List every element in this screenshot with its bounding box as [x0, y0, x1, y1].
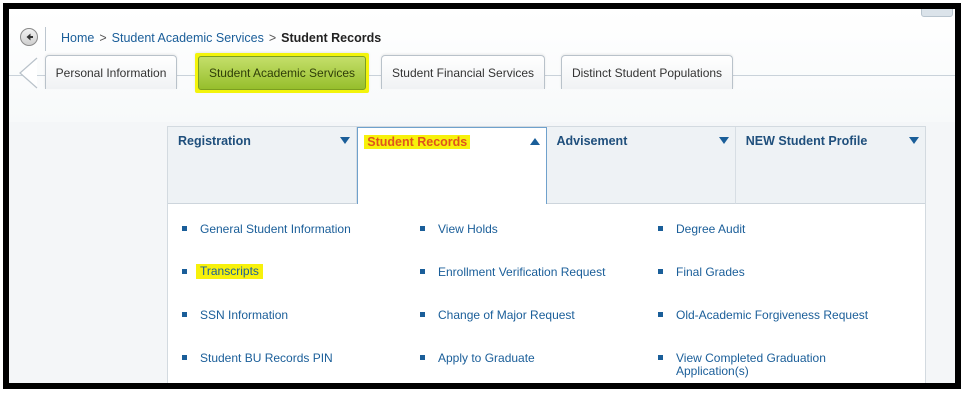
tab-label: Student Academic Services — [208, 66, 356, 80]
square-bullet-icon — [420, 269, 425, 274]
screenshot-frame: Home > Student Academic Services > Student R… — [3, 3, 961, 389]
caret-down-icon — [718, 137, 729, 144]
menu-tab-label: Student Records — [364, 135, 471, 149]
menu-tab-new-student-profile[interactable]: NEW Student Profile — [735, 127, 925, 204]
link-label: Final Grades — [676, 265, 745, 279]
chevron-left-icon[interactable] — [17, 57, 39, 89]
breadcrumb-home-link[interactable]: Home — [61, 31, 94, 45]
link-label: General Student Information — [200, 222, 351, 236]
link-label: Degree Audit — [676, 222, 746, 236]
link-label: View Completed Graduation Application(s) — [676, 351, 826, 378]
caret-down-icon — [909, 137, 919, 144]
caret-up-icon — [529, 138, 540, 145]
menu-tab-registration[interactable]: Registration — [168, 127, 358, 204]
square-bullet-icon — [658, 312, 663, 317]
corner-indicator — [921, 9, 953, 17]
link-label: View Holds — [438, 222, 498, 236]
breadcrumb-section-link[interactable]: Student Academic Services — [112, 31, 264, 45]
tab-personal-information[interactable]: Personal Information — [45, 55, 177, 89]
link-label: Transcripts — [196, 264, 263, 279]
link-label: Student BU Records PIN — [200, 351, 333, 365]
back-arrow-icon[interactable] — [20, 28, 38, 46]
breadcrumb-separator: > — [99, 31, 107, 45]
menu-tabs: Registration Student Records Advisement … — [168, 127, 925, 204]
menu-tab-advisement[interactable]: Advisement — [546, 127, 736, 204]
square-bullet-icon — [182, 269, 187, 274]
menu-panel: Registration Student Records Advisement … — [167, 126, 926, 383]
square-bullet-icon — [182, 355, 187, 360]
square-bullet-icon — [420, 312, 425, 317]
breadcrumb-divider — [45, 27, 46, 51]
link-label: SSN Information — [200, 308, 289, 322]
tab-student-academic-services[interactable]: Student Academic Services — [195, 53, 369, 93]
link-label: Change of Major Request — [438, 308, 575, 322]
square-bullet-icon — [658, 226, 663, 231]
square-bullet-icon — [658, 269, 663, 274]
tab-label: Student Financial Services — [391, 65, 535, 80]
breadcrumb: Home > Student Academic Services > Student R… — [61, 31, 381, 45]
square-bullet-icon — [658, 355, 663, 360]
square-bullet-icon — [182, 312, 187, 317]
tab-distinct-student-populations[interactable]: Distinct Student Populations — [561, 55, 733, 89]
tab-label: Personal Information — [55, 65, 167, 80]
square-bullet-icon — [420, 355, 425, 360]
caret-down-icon — [340, 137, 351, 144]
menu-tab-label: Registration — [178, 134, 251, 148]
link-label: Old-Academic Forgiveness Request — [676, 308, 869, 322]
square-bullet-icon — [420, 226, 425, 231]
link-label: Apply to Graduate — [438, 351, 535, 365]
tab-label: Distinct Student Populations — [571, 65, 723, 80]
square-bullet-icon — [182, 226, 187, 231]
breadcrumb-separator: > — [268, 31, 277, 45]
menu-tab-student-records[interactable]: Student Records — [357, 127, 547, 204]
tab-student-financial-services[interactable]: Student Financial Services — [381, 55, 545, 89]
breadcrumb-current: Student Records — [281, 31, 382, 45]
menu-tab-label: NEW Student Profile — [745, 134, 868, 148]
link-label: Enrollment Verification Request — [438, 265, 606, 279]
menu-tab-label: Advisement — [556, 134, 628, 148]
